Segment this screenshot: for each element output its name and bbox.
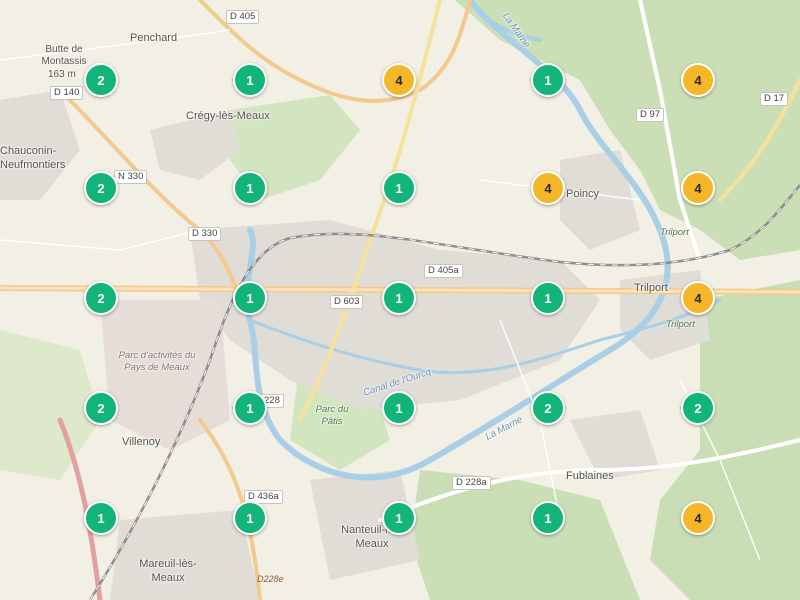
cluster-marker[interactable]: 2: [681, 391, 715, 425]
cluster-marker[interactable]: 1: [382, 501, 416, 535]
place-fublaines: Fublaines: [566, 470, 614, 482]
cluster-marker[interactable]: 1: [531, 63, 565, 97]
place-parc-activites: Parc d'activités du Pays de Meaux: [118, 350, 196, 373]
cluster-marker[interactable]: 1: [382, 171, 416, 205]
road-label-d228a: D 228a: [452, 476, 491, 490]
place-cregy-les-meaux: Crégy-lès-Meaux: [186, 110, 270, 122]
cluster-marker[interactable]: 1: [233, 63, 267, 97]
place-poincy: Poincy: [566, 188, 600, 200]
forest-south: [410, 470, 640, 600]
cluster-marker[interactable]: 2: [84, 171, 118, 205]
cluster-marker[interactable]: 1: [233, 501, 267, 535]
cluster-marker[interactable]: 1: [531, 281, 565, 315]
place-chauconin-neufmontiers: Chauconin-Neufmontiers: [0, 145, 66, 171]
road-label-d228e: D228e: [257, 574, 284, 584]
road-label-d405a: D 405a: [424, 264, 463, 278]
cluster-marker[interactable]: 1: [233, 281, 267, 315]
place-mareuil-les-meaux: Mareuil-lès-Meaux: [139, 558, 197, 584]
road-label-d17: D 17: [760, 92, 789, 106]
place-trilport: Trilport: [634, 282, 668, 294]
cluster-marker[interactable]: 1: [233, 171, 267, 205]
cluster-marker[interactable]: 4: [681, 171, 715, 205]
cluster-marker[interactable]: 1: [382, 391, 416, 425]
cluster-marker[interactable]: 2: [531, 391, 565, 425]
cluster-marker[interactable]: 2: [84, 281, 118, 315]
cluster-marker[interactable]: 1: [382, 281, 416, 315]
cluster-marker[interactable]: 2: [84, 63, 118, 97]
map-canvas[interactable]: Penchard Butte de Montassis 163 m Crégy-…: [0, 0, 800, 600]
place-butte-elevation: 163 m: [48, 69, 76, 80]
road-label-d330: D 330: [188, 227, 222, 241]
place-penchard: Penchard: [130, 32, 178, 44]
road-label-n330: N 330: [114, 170, 148, 184]
cluster-marker[interactable]: 1: [84, 501, 118, 535]
cluster-marker[interactable]: 4: [681, 281, 715, 315]
place-parc-du-patis: Parc du Pâtis: [315, 404, 349, 427]
cluster-marker[interactable]: 4: [681, 63, 715, 97]
urban-activites: [100, 300, 230, 450]
road-label-d603: D 603: [330, 295, 364, 309]
cluster-marker[interactable]: 2: [84, 391, 118, 425]
road-label-d140: D 140: [50, 86, 84, 100]
cluster-marker[interactable]: 4: [382, 63, 416, 97]
cluster-marker[interactable]: 1: [233, 391, 267, 425]
cluster-marker[interactable]: 4: [681, 501, 715, 535]
place-trilport-italic-2: Trilport: [666, 319, 695, 330]
road-label-d405: D 405: [226, 10, 260, 24]
cluster-marker[interactable]: 4: [531, 171, 565, 205]
place-villenoy: Villenoy: [122, 436, 161, 448]
road-label-d97: D 97: [636, 108, 665, 122]
cluster-marker[interactable]: 1: [531, 501, 565, 535]
place-butte-de-montassis: Butte de Montassis: [41, 44, 87, 67]
place-trilport-italic: Trilport: [660, 227, 689, 238]
